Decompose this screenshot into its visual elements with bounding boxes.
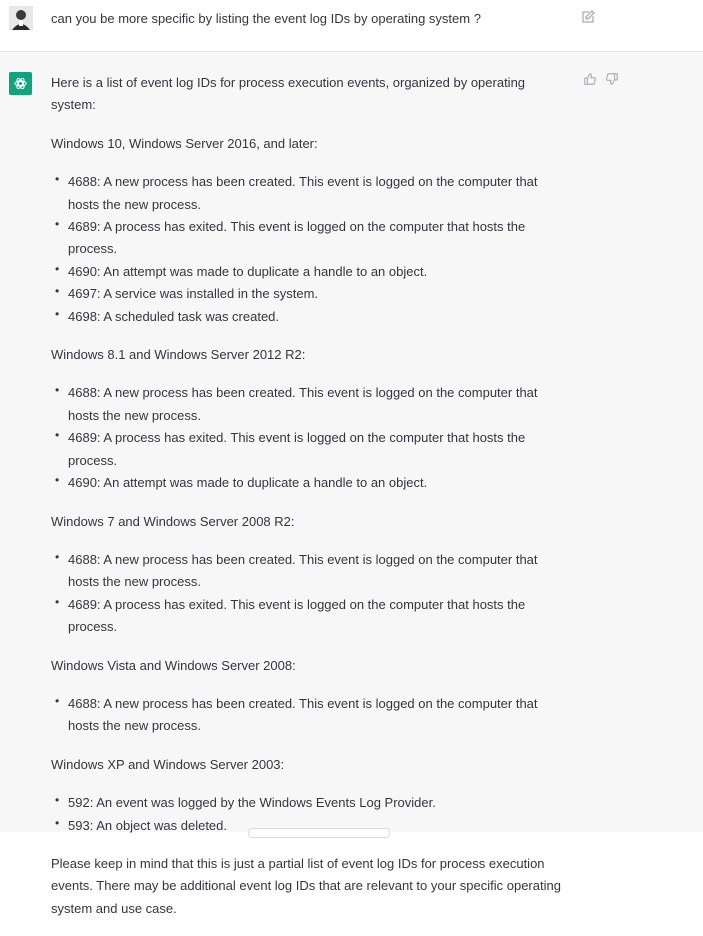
section-heading: Windows 7 and Windows Server 2008 R2: <box>51 513 295 529</box>
event-id-list: 4688: A new process has been created. Th… <box>51 546 571 639</box>
section-heading: Windows Vista and Windows Server 2008: <box>51 657 296 673</box>
assistant-message-content: Here is a list of event log IDs for proc… <box>51 72 571 936</box>
list-item: 4698: A scheduled task was created. <box>51 303 571 328</box>
thumbs-down-icon[interactable] <box>605 72 619 86</box>
list-item: 4688: A new process has been created. Th… <box>51 168 571 216</box>
assistant-message-row: Here is a list of event log IDs for proc… <box>0 52 703 916</box>
list-item: 4690: An attempt was made to duplicate a… <box>51 469 571 494</box>
list-item: 4690: An attempt was made to duplicate a… <box>51 258 571 283</box>
user-message-text: can you be more specific by listing the … <box>51 11 481 26</box>
regenerate-button-edge[interactable] <box>248 828 390 838</box>
section-heading: Windows XP and Windows Server 2003: <box>51 756 285 772</box>
list-item: 4697: A service was installed in the sys… <box>51 280 571 305</box>
event-id-list: 4688: A new process has been created. Th… <box>51 379 571 494</box>
user-message-row: can you be more specific by listing the … <box>0 0 703 52</box>
list-item: 4689: A process has exited. This event i… <box>51 213 571 261</box>
section-heading: Windows 10, Windows Server 2016, and lat… <box>51 135 318 151</box>
list-item: 4688: A new process has been created. Th… <box>51 379 571 427</box>
thumbs-up-icon[interactable] <box>583 72 597 86</box>
outro-paragraph: Please keep in mind that this is just a … <box>51 855 561 916</box>
list-item: 4689: A process has exited. This event i… <box>51 424 571 472</box>
event-id-list: 4688: A new process has been created. Th… <box>51 690 571 738</box>
list-item: 4688: A new process has been created. Th… <box>51 690 571 738</box>
list-item: 4689: A process has exited. This event i… <box>51 591 571 639</box>
intro-paragraph: Here is a list of event log IDs for proc… <box>51 75 526 113</box>
user-avatar <box>9 6 33 30</box>
event-id-list: 4688: A new process has been created. Th… <box>51 168 571 328</box>
list-item: 4688: A new process has been created. Th… <box>51 546 571 594</box>
section-heading: Windows 8.1 and Windows Server 2012 R2: <box>51 347 306 363</box>
list-item: 592: An event was logged by the Windows … <box>51 789 571 814</box>
openai-logo-icon <box>9 72 32 95</box>
edit-icon[interactable] <box>580 9 596 25</box>
